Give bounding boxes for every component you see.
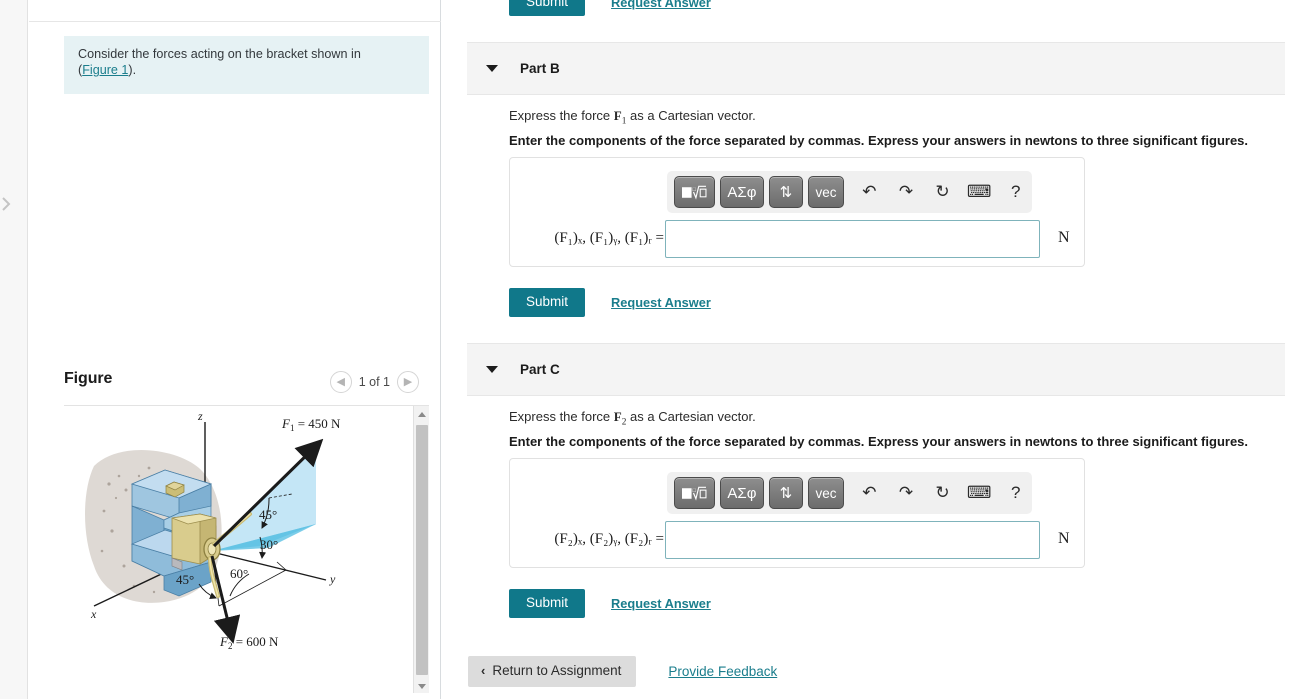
svg-text:y: y — [329, 572, 336, 586]
caret-down-icon[interactable] — [486, 366, 498, 373]
keyboard-icon[interactable]: ⌨ — [963, 177, 996, 207]
part-b-answer-input[interactable] — [665, 220, 1040, 258]
part-b-answer-box: □ ΑΣφ ⇅ vec ↶ ↷ ↻ ⌨ ? (F₁)ₓ, (F₁)ᵧ, (F₁)… — [509, 157, 1085, 267]
undo-icon[interactable]: ↶ — [853, 478, 886, 508]
svg-text:□: □ — [693, 187, 697, 193]
svg-text:60°: 60° — [230, 566, 248, 581]
svg-text:45°: 45° — [259, 507, 277, 522]
part-c-answer-input[interactable] — [665, 521, 1040, 559]
figure-count-label: 1 of 1 — [358, 375, 390, 389]
panel-collapse-chevron-icon[interactable] — [0, 196, 14, 212]
keyboard-icon[interactable]: ⌨ — [963, 478, 996, 508]
page-root: Consider the forces acting on the bracke… — [0, 0, 1300, 699]
part-c-label: Part C — [520, 362, 560, 377]
part-a-action-row: Submit Request Answer — [509, 0, 711, 17]
part-b-math-toolbar: □ ΑΣφ ⇅ vec ↶ ↷ ↻ ⌨ ? — [667, 171, 1032, 213]
figure-scrollbar[interactable] — [413, 406, 429, 693]
provide-feedback-link[interactable]: Provide Feedback — [668, 664, 777, 679]
reset-icon[interactable]: ↻ — [926, 478, 959, 508]
redo-icon[interactable]: ↷ — [890, 478, 923, 508]
template-radical-button[interactable]: □ — [674, 477, 715, 509]
svg-text:45°: 45° — [176, 572, 194, 587]
part-c-submit-button[interactable]: Submit — [509, 589, 586, 618]
part-b-prompt-suffix: as a Cartesian vector. — [626, 108, 756, 123]
part-c-action-row: Submit Request Answer — [509, 589, 711, 618]
left-collapse-rail[interactable] — [0, 0, 28, 699]
scrollbar-thumb[interactable] — [416, 425, 428, 675]
redo-icon[interactable]: ↷ — [890, 177, 923, 207]
part-c-prompt-suffix: as a Cartesian vector. — [626, 409, 756, 424]
panel-top-divider — [29, 21, 441, 22]
svg-text:F1 = 450 N: F1 = 450 N — [281, 416, 341, 433]
chevron-left-icon: ‹ — [481, 663, 486, 679]
figure-prev-icon[interactable]: ◀ — [329, 371, 352, 393]
caret-down-icon[interactable] — [486, 65, 498, 72]
help-icon[interactable]: ? — [999, 478, 1032, 508]
part-c-unit-label: N — [1058, 530, 1070, 547]
part-c-header[interactable]: Part C — [467, 343, 1285, 396]
figure-title: Figure — [64, 370, 113, 387]
part-a-request-answer-link[interactable]: Request Answer — [611, 0, 711, 10]
part-b-prompt: Express the force F1 as a Cartesian vect… — [509, 108, 756, 127]
greek-letters-button[interactable]: ΑΣφ — [719, 176, 764, 208]
scroll-down-icon[interactable] — [414, 678, 429, 693]
page-footer: ‹ Return to Assignment Provide Feedback — [468, 656, 777, 687]
svg-text:F2 = 600 N: F2 = 600 N — [219, 634, 279, 651]
svg-text:x: x — [90, 607, 97, 621]
figure-1-link[interactable]: Figure 1 — [82, 63, 128, 77]
part-b-submit-button[interactable]: Submit — [509, 288, 586, 317]
part-c-math-toolbar: □ ΑΣφ ⇅ vec ↶ ↷ ↻ ⌨ ? — [667, 472, 1032, 514]
figure-next-icon[interactable]: ▶ — [397, 371, 419, 393]
figure-viewport: z x y F1 = 450 N F2 = 600 N 45° 30° 60° … — [64, 405, 429, 693]
scroll-up-icon[interactable] — [414, 406, 429, 422]
vector-button[interactable]: vec — [807, 176, 845, 208]
radical-glyph-icon: □ — [682, 486, 707, 501]
vector-button[interactable]: vec — [807, 477, 845, 509]
svg-text:□: □ — [693, 488, 697, 494]
part-c-request-answer-link[interactable]: Request Answer — [611, 596, 711, 611]
problem-statement-tail: ). — [128, 63, 137, 77]
part-b-request-answer-link[interactable]: Request Answer — [611, 295, 711, 310]
part-b-action-row: Submit Request Answer — [509, 288, 711, 317]
part-c-force-symbol: F2 — [613, 409, 627, 428]
part-c-answer-label: (F₂)ₓ, (F₂)ᵧ, (F₂)ᵣ = — [554, 531, 664, 547]
undo-icon[interactable]: ↶ — [853, 177, 886, 207]
part-c-answer-box: □ ΑΣφ ⇅ vec ↶ ↷ ↻ ⌨ ? (F₂)ₓ, (F₂)ᵧ, (F₂)… — [509, 458, 1085, 568]
figure-nav: ◀ 1 of 1 ▶ — [329, 371, 419, 393]
template-radical-button[interactable]: □ — [674, 176, 715, 208]
help-icon[interactable]: ? — [999, 177, 1032, 207]
bracket-force-diagram: z x y F1 = 450 N F2 = 600 N 45° 30° 60° … — [85, 409, 341, 651]
part-a-submit-button[interactable]: Submit — [509, 0, 586, 17]
part-b-force-symbol: F1 — [613, 108, 627, 127]
reset-icon[interactable]: ↻ — [926, 177, 959, 207]
svg-text:z: z — [197, 409, 203, 423]
part-b-instruction: Enter the components of the force separa… — [509, 133, 1249, 148]
radical-glyph-icon: □ — [682, 185, 707, 200]
updown-arrows-button[interactable]: ⇅ — [768, 477, 803, 509]
part-c-prompt-prefix: Express the force — [509, 409, 614, 424]
part-b-unit-label: N — [1058, 229, 1070, 246]
updown-arrows-button[interactable]: ⇅ — [768, 176, 803, 208]
svg-text:30°: 30° — [260, 537, 278, 552]
part-b-header[interactable]: Part B — [467, 42, 1285, 95]
left-problem-panel: Consider the forces acting on the bracke… — [0, 0, 441, 699]
greek-letters-button[interactable]: ΑΣφ — [719, 477, 764, 509]
part-b-prompt-prefix: Express the force — [509, 108, 614, 123]
part-b-label: Part B — [520, 61, 560, 76]
problem-statement-text: Consider the forces acting on the bracke… — [78, 47, 361, 61]
return-to-assignment-button[interactable]: ‹ Return to Assignment — [468, 656, 637, 687]
part-c-instruction: Enter the components of the force separa… — [509, 434, 1249, 449]
figure-header: Figure ◀ 1 of 1 ▶ — [64, 368, 429, 404]
part-b-answer-label: (F₁)ₓ, (F₁)ᵧ, (F₁)ᵣ = — [554, 230, 664, 246]
return-to-assignment-label: Return to Assignment — [492, 663, 622, 678]
answer-panel: Submit Request Answer Part B Express the… — [442, 0, 1300, 699]
problem-statement-box: Consider the forces acting on the bracke… — [64, 36, 429, 94]
part-c-prompt: Express the force F2 as a Cartesian vect… — [509, 409, 756, 428]
